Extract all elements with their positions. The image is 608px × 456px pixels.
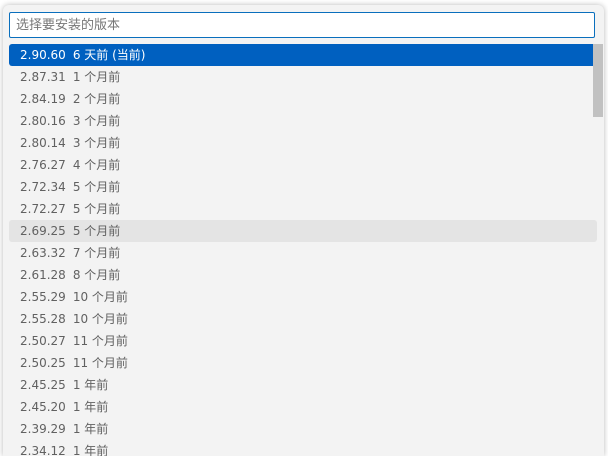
version-age: 5 个月前 xyxy=(72,202,121,216)
version-quick-pick: 2.90.60 6 天前 (当前) 2.87.31 1 个月前 2.84.19 2 个… xyxy=(3,5,604,456)
version-item[interactable]: 2.72.34 5 个月前 xyxy=(9,176,597,198)
version-age: 3 个月前 xyxy=(72,136,121,150)
version-item[interactable]: 2.55.29 10 个月前 xyxy=(9,286,597,308)
version-number: 2.90.60 xyxy=(20,48,66,62)
version-age: 2 个月前 xyxy=(72,92,121,106)
version-number: 2.50.27 xyxy=(20,334,66,348)
version-number: 2.45.20 xyxy=(20,400,66,414)
version-item[interactable]: 2.87.31 1 个月前 xyxy=(9,66,597,88)
version-number: 2.45.25 xyxy=(20,378,66,392)
version-age: 6 天前 (当前) xyxy=(72,48,146,62)
version-number: 2.72.27 xyxy=(20,202,66,216)
version-age: 11 个月前 xyxy=(72,356,128,370)
version-item[interactable]: 2.72.27 5 个月前 xyxy=(9,198,597,220)
version-age: 11 个月前 xyxy=(72,334,128,348)
version-number: 2.34.12 xyxy=(20,444,66,456)
version-number: 2.72.34 xyxy=(20,180,66,194)
version-age: 1 年前 xyxy=(72,400,109,414)
version-number: 2.39.29 xyxy=(20,422,66,436)
scrollbar-thumb[interactable] xyxy=(593,44,603,117)
version-item[interactable]: 2.50.25 11 个月前 xyxy=(9,352,597,374)
version-item[interactable]: 2.45.25 1 年前 xyxy=(9,374,597,396)
version-item[interactable]: 2.63.32 7 个月前 xyxy=(9,242,597,264)
version-age: 1 年前 xyxy=(72,378,109,392)
version-item[interactable]: 2.80.16 3 个月前 xyxy=(9,110,597,132)
version-item[interactable]: 2.45.20 1 年前 xyxy=(9,396,597,418)
version-number: 2.50.25 xyxy=(20,356,66,370)
version-age: 4 个月前 xyxy=(72,158,121,172)
version-number: 2.84.19 xyxy=(20,92,66,106)
version-item[interactable]: 2.39.29 1 年前 xyxy=(9,418,597,440)
version-item[interactable]: 2.55.28 10 个月前 xyxy=(9,308,597,330)
version-age: 1 年前 xyxy=(72,444,109,456)
version-item[interactable]: 2.90.60 6 天前 (当前) xyxy=(9,44,597,66)
version-age: 7 个月前 xyxy=(72,246,121,260)
version-number: 2.55.28 xyxy=(20,312,66,326)
version-item[interactable]: 2.76.27 4 个月前 xyxy=(9,154,597,176)
version-number: 2.80.14 xyxy=(20,136,66,150)
list-scrollbar[interactable] xyxy=(593,44,603,456)
version-search-input[interactable] xyxy=(9,12,595,38)
version-item[interactable]: 2.61.28 8 个月前 xyxy=(9,264,597,286)
version-age: 10 个月前 xyxy=(72,312,128,326)
version-item[interactable]: 2.34.12 1 年前 xyxy=(9,440,597,456)
version-number: 2.87.31 xyxy=(20,70,66,84)
version-item[interactable]: 2.69.25 5 个月前 xyxy=(9,220,597,242)
version-item[interactable]: 2.80.14 3 个月前 xyxy=(9,132,597,154)
version-age: 5 个月前 xyxy=(72,180,121,194)
version-number: 2.61.28 xyxy=(20,268,66,282)
version-number: 2.69.25 xyxy=(20,224,66,238)
version-age: 1 个月前 xyxy=(72,70,121,84)
version-age: 8 个月前 xyxy=(72,268,121,282)
version-number: 2.80.16 xyxy=(20,114,66,128)
version-number: 2.55.29 xyxy=(20,290,66,304)
version-number: 2.76.27 xyxy=(20,158,66,172)
version-list: 2.90.60 6 天前 (当前) 2.87.31 1 个月前 2.84.19 2 个… xyxy=(9,44,597,456)
version-age: 5 个月前 xyxy=(72,224,121,238)
version-age: 1 年前 xyxy=(72,422,109,436)
version-age: 3 个月前 xyxy=(72,114,121,128)
version-number: 2.63.32 xyxy=(20,246,66,260)
version-age: 10 个月前 xyxy=(72,290,128,304)
version-item[interactable]: 2.50.27 11 个月前 xyxy=(9,330,597,352)
version-item[interactable]: 2.84.19 2 个月前 xyxy=(9,88,597,110)
